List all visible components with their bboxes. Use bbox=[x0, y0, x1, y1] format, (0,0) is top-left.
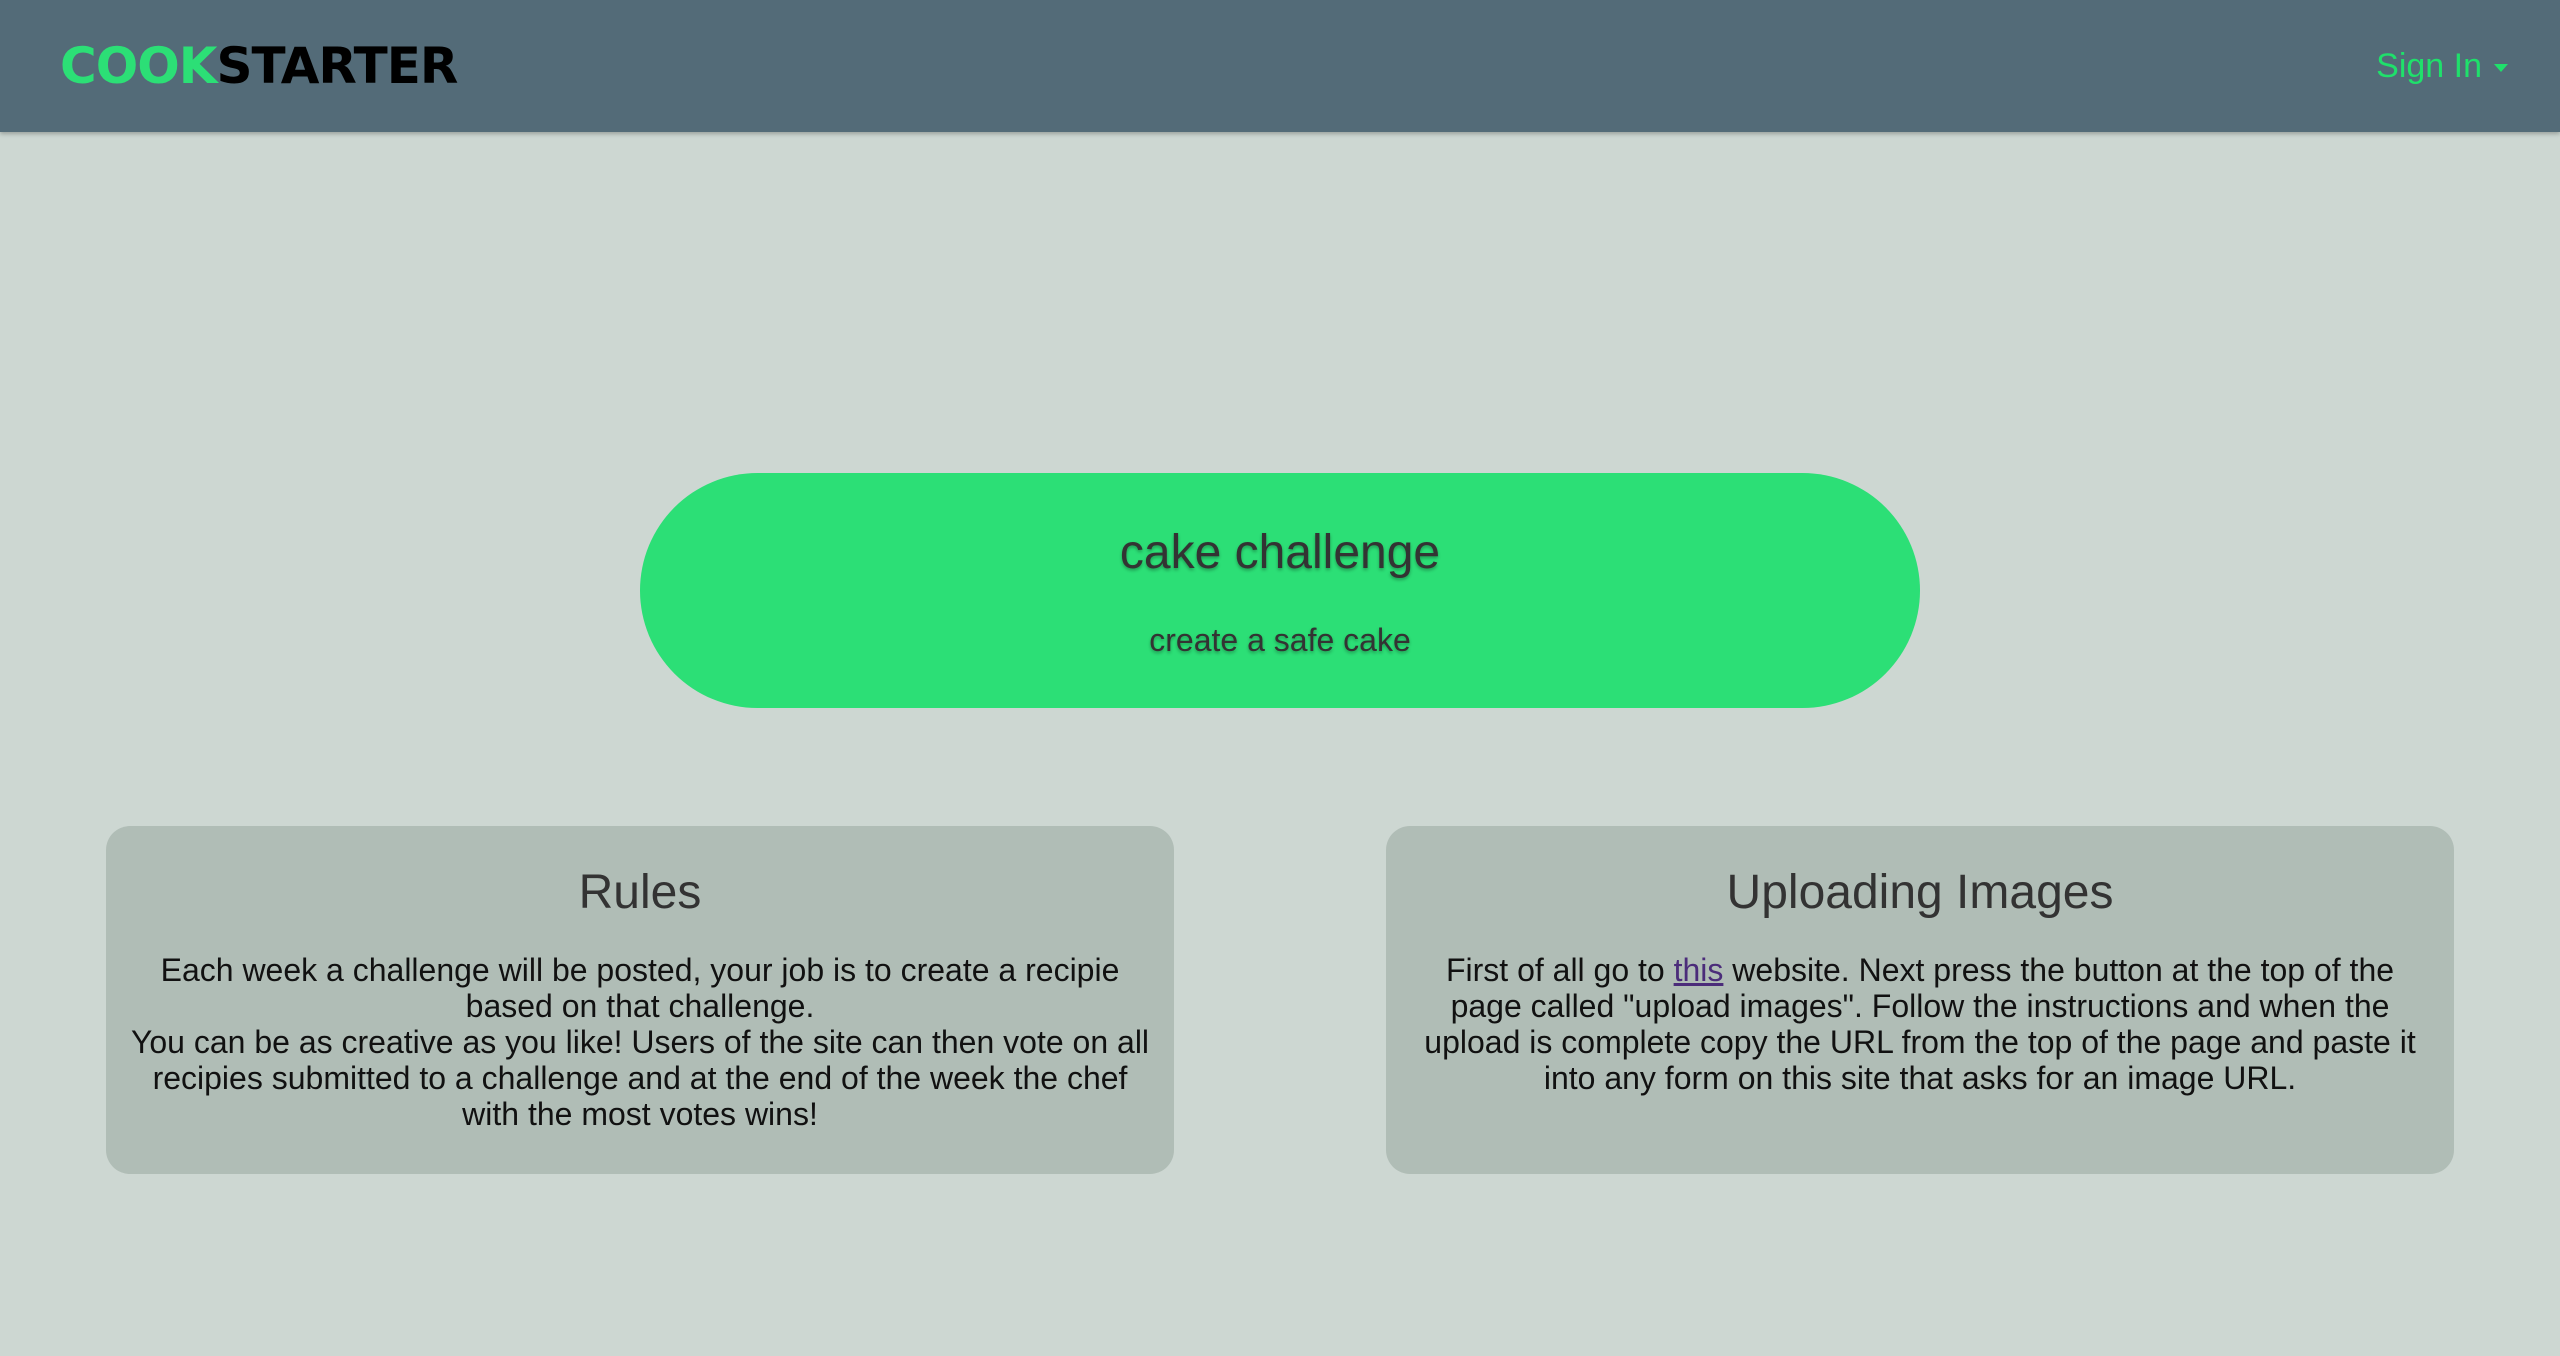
uploading-images-body: First of all go to this website. Next pr… bbox=[1406, 952, 2434, 1096]
rules-paragraph-1: Each week a challenge will be posted, yo… bbox=[160, 952, 1120, 1024]
challenge-banner: cake challenge create a safe cake bbox=[640, 473, 1920, 708]
uploading-text-before-link: First of all go to bbox=[1445, 952, 1674, 988]
rules-title: Rules bbox=[578, 866, 702, 919]
challenge-title: cake challenge bbox=[1119, 526, 1441, 579]
challenge-subtitle: create a safe cake bbox=[1149, 622, 1411, 658]
navbar: COOK STARTER Sign In bbox=[0, 0, 2560, 132]
sign-in-dropdown[interactable]: Sign In bbox=[2376, 46, 2508, 86]
caret-down-icon bbox=[2494, 64, 2508, 72]
upload-site-link[interactable]: this bbox=[1674, 952, 1724, 988]
uploading-images-card: Uploading Images First of all go to this… bbox=[1386, 826, 2454, 1174]
rules-body: Each week a challenge will be posted, yo… bbox=[126, 952, 1154, 1132]
uploading-images-title: Uploading Images bbox=[1726, 866, 2114, 919]
site-logo[interactable]: COOK STARTER bbox=[60, 37, 458, 95]
rules-card: Rules Each week a challenge will be post… bbox=[106, 826, 1174, 1174]
rules-paragraph-2: You can be as creative as you like! User… bbox=[130, 1024, 1150, 1132]
sign-in-label: Sign In bbox=[2376, 47, 2482, 85]
logo-text-starter: STARTER bbox=[216, 37, 458, 95]
logo-text-cook: COOK bbox=[60, 37, 217, 95]
